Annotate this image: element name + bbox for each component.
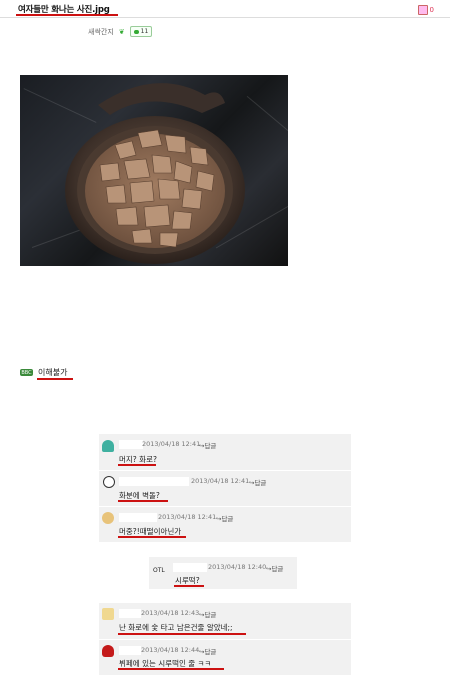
comment-underline	[118, 536, 186, 538]
comment-date: 2013/04/18 12:41	[142, 440, 201, 448]
comment-text: 난 화로에 숯 타고 남은건줄 알았네;;	[119, 623, 233, 632]
comment-author[interactable]	[119, 646, 141, 655]
avatar-icon	[102, 512, 114, 524]
reply-button[interactable]: ↪답글	[266, 563, 283, 573]
reply-button[interactable]: ↪답글	[199, 646, 216, 656]
reply-button[interactable]: ↪답글	[216, 513, 233, 523]
post-image	[20, 75, 288, 266]
comment-underline	[118, 464, 156, 466]
verdict-underline	[37, 378, 73, 380]
comment-item: 2013/04/18 12:41 ↪답글 머지? 화로?	[99, 434, 351, 471]
comment-author[interactable]	[119, 440, 143, 449]
avatar-icon	[103, 476, 115, 488]
comment-item: 2013/04/18 12:41 ↪답글 머중?!때떨이아닌가	[99, 507, 351, 543]
like-count: 0	[429, 6, 434, 14]
comment-underline	[118, 668, 224, 670]
verdict-badge-icon: BBC	[20, 369, 33, 376]
comment-date: 2013/04/18 12:44	[141, 646, 200, 654]
avatar-icon	[102, 608, 114, 620]
verdict-text: 이해불가	[38, 368, 68, 377]
like-button[interactable]: 0	[417, 5, 434, 15]
speech-bubble-icon	[133, 29, 139, 34]
header-divider	[0, 17, 450, 18]
post-meta: 새싹간지 ❦ 11	[88, 26, 153, 37]
author-name[interactable]: 새싹간지	[88, 27, 114, 37]
reply-button[interactable]: ↪답글	[199, 609, 216, 619]
comment-date: 2013/04/18 12:40	[208, 563, 267, 571]
comment-item: OTL 2013/04/18 12:40 ↪답글 시루떡?	[149, 557, 297, 590]
comment-item: 2013/04/18 12:41 ↪답글 화분에 벽돌?	[99, 471, 351, 507]
comment-date: 2013/04/18 12:41	[158, 513, 217, 521]
comment-underline	[174, 585, 204, 587]
comment-underline	[118, 633, 246, 635]
title-underline	[16, 14, 118, 16]
avatar-icon	[102, 645, 114, 657]
avatar-icon: OTL	[153, 567, 165, 574]
comment-author[interactable]	[119, 477, 189, 486]
comment-underline	[118, 500, 168, 502]
comment-author[interactable]	[119, 609, 141, 618]
comment-count-badge[interactable]: 11	[129, 26, 153, 37]
comment-date: 2013/04/18 12:41	[191, 477, 250, 485]
reply-button[interactable]: ↪답글	[199, 440, 216, 450]
reply-button[interactable]: ↪답글	[249, 477, 266, 487]
verdict-row: BBC 이해불가	[20, 367, 67, 378]
compact-illustration	[65, 83, 245, 264]
comment-author[interactable]	[119, 513, 157, 522]
comment-author[interactable]	[173, 563, 207, 572]
comment-item: 2013/04/18 12:43 ↪답글 난 화로에 숯 타고 남은건줄 알았네…	[99, 603, 351, 640]
comment-date: 2013/04/18 12:43	[141, 609, 200, 617]
thumbs-up-icon	[417, 5, 428, 15]
comment-item: 2013/04/18 12:44 ↪답글 뷔페에 있는 시루떡인 줄 ㅋㅋ	[99, 640, 351, 676]
avatar-icon	[102, 440, 114, 452]
leaf-icon: ❦	[118, 27, 125, 36]
